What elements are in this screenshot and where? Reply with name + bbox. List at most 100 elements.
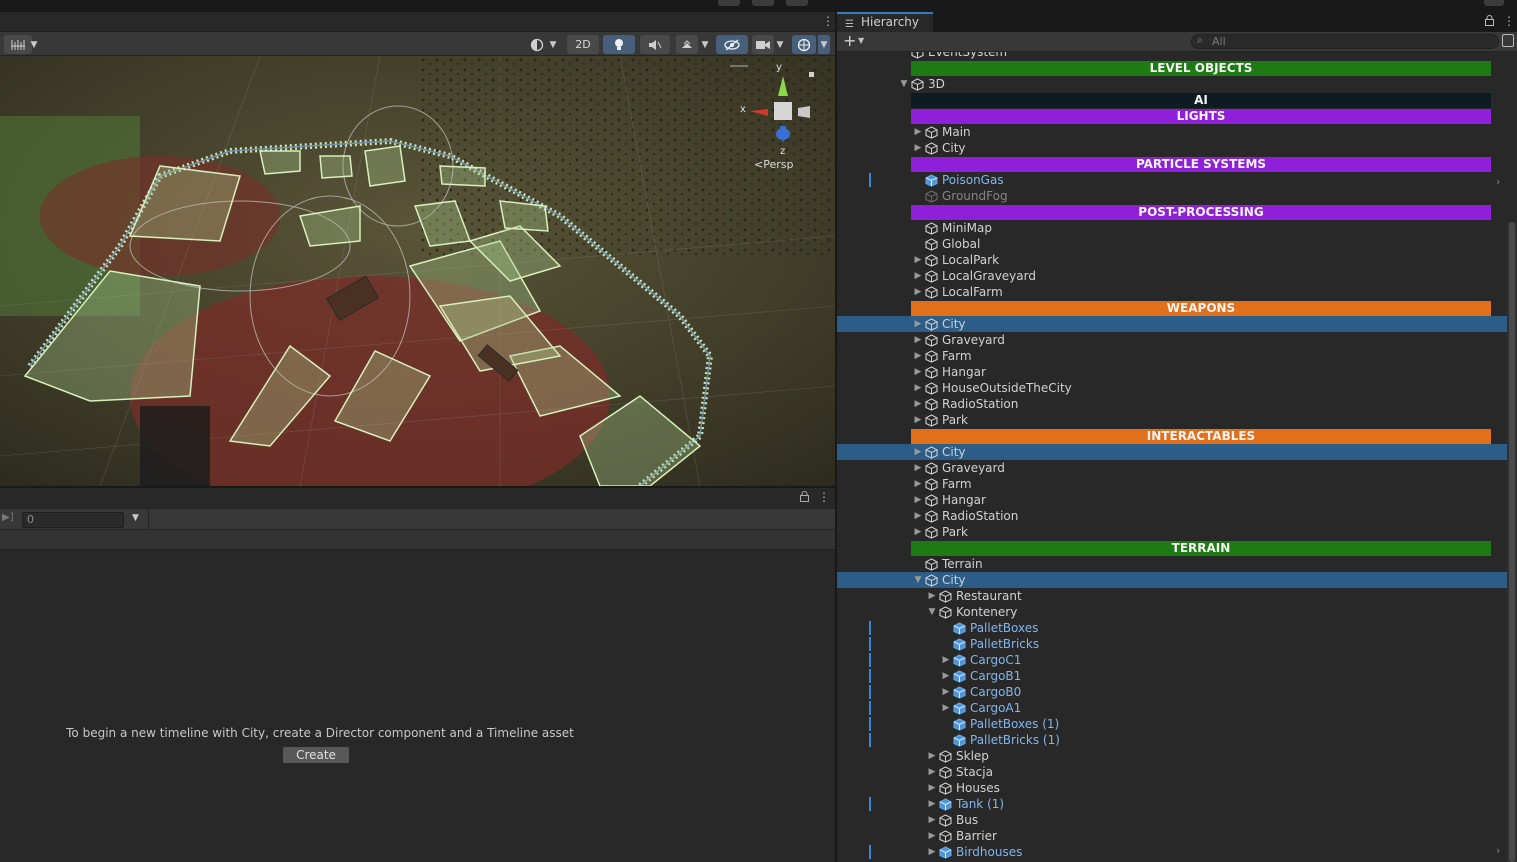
expand-right-icon[interactable]: ▶ bbox=[926, 844, 938, 860]
hierarchy-item[interactable]: PalletBoxes (1) bbox=[837, 716, 1507, 732]
category-header[interactable]: LEVEL OBJECTS bbox=[911, 61, 1491, 76]
hierarchy-item[interactable]: ▶ Farm bbox=[837, 476, 1507, 492]
expand-down-icon[interactable]: ▼ bbox=[926, 604, 938, 620]
more-options-icon[interactable]: ⋮ bbox=[822, 15, 834, 28]
lighting-toggle-icon[interactable] bbox=[603, 35, 635, 54]
shading-mode-icon[interactable] bbox=[526, 35, 548, 54]
hierarchy-item[interactable]: ▶ City bbox=[837, 316, 1507, 332]
expand-right-icon[interactable]: ▶ bbox=[912, 492, 924, 508]
hierarchy-item[interactable]: ▶ Tank (1) bbox=[837, 796, 1507, 812]
expand-right-icon[interactable]: ▶ bbox=[912, 332, 924, 348]
camera-dropdown-icon[interactable]: ▼ bbox=[774, 35, 786, 54]
hierarchy-item[interactable]: ▶ Restaurant bbox=[837, 588, 1507, 604]
add-object-icon[interactable]: + bbox=[843, 32, 856, 50]
hierarchy-item[interactable]: PalletBricks bbox=[837, 636, 1507, 652]
hierarchy-item[interactable]: GroundFog bbox=[837, 188, 1507, 204]
expand-right-icon[interactable]: ▶ bbox=[912, 476, 924, 492]
hierarchy-item[interactable]: Global bbox=[837, 236, 1507, 252]
hierarchy-item[interactable]: ▶ LocalFarm bbox=[837, 284, 1507, 300]
hierarchy-item[interactable]: ▶ LocalPark bbox=[837, 252, 1507, 268]
effects-toggle-icon[interactable] bbox=[676, 35, 698, 54]
hierarchy-item[interactable]: PalletBoxes bbox=[837, 620, 1507, 636]
expand-right-icon[interactable]: ▶ bbox=[912, 364, 924, 380]
hierarchy-item[interactable]: ▶ Park bbox=[837, 412, 1507, 428]
expand-right-icon[interactable]: ▶ bbox=[912, 396, 924, 412]
add-dropdown-icon[interactable]: ▼ bbox=[858, 36, 864, 45]
expand-right-icon[interactable]: ▶ bbox=[912, 508, 924, 524]
hierarchy-item[interactable]: ▼ City bbox=[837, 572, 1507, 588]
hierarchy-item[interactable]: ▶ LocalGraveyard bbox=[837, 268, 1507, 284]
gizmos-dropdown-icon[interactable]: ▼ bbox=[818, 35, 830, 54]
audio-toggle-icon[interactable] bbox=[640, 35, 670, 54]
hierarchy-item[interactable]: ▶ Barrier bbox=[837, 828, 1507, 844]
expand-right-icon[interactable]: ▶ bbox=[912, 444, 924, 460]
expand-right-icon[interactable]: ▶ bbox=[912, 380, 924, 396]
hierarchy-item[interactable]: ▶ City bbox=[837, 444, 1507, 460]
pause-button[interactable] bbox=[752, 0, 774, 6]
hierarchy-item[interactable]: PoisonGas bbox=[837, 172, 1507, 188]
expand-right-icon[interactable]: ▶ bbox=[926, 812, 938, 828]
expand-right-icon[interactable]: ▶ bbox=[912, 316, 924, 332]
scrollbar-thumb[interactable] bbox=[1509, 222, 1515, 862]
hierarchy-item[interactable]: ▶ Houses bbox=[837, 780, 1507, 796]
expand-right-icon[interactable]: ▶ bbox=[912, 252, 924, 268]
frame-dropdown-icon[interactable]: ▼ bbox=[132, 513, 139, 523]
expand-down-icon[interactable]: ▼ bbox=[912, 572, 924, 588]
expand-right-icon[interactable]: ▶ bbox=[912, 284, 924, 300]
hierarchy-item[interactable]: EventSystem bbox=[837, 52, 1507, 60]
tool-handle-dropdown-icon[interactable]: ▼ bbox=[28, 35, 40, 54]
hierarchy-item[interactable]: ▶ RadioStation bbox=[837, 396, 1507, 412]
hierarchy-item[interactable]: ▶ Park bbox=[837, 524, 1507, 540]
hierarchy-item[interactable]: ▶ CargoC1 bbox=[837, 652, 1507, 668]
projection-label[interactable]: <Persp bbox=[754, 158, 793, 171]
hierarchy-item[interactable]: ▶ HouseOutsideTheCity bbox=[837, 380, 1507, 396]
hierarchy-item[interactable]: ▶ Farm bbox=[837, 348, 1507, 364]
hierarchy-item[interactable]: ▶ Birdhouses bbox=[837, 844, 1507, 860]
expand-right-icon[interactable]: ▶ bbox=[926, 748, 938, 764]
hierarchy-item[interactable]: ▼ 3D bbox=[837, 76, 1507, 92]
hierarchy-item[interactable]: ▶ RadioStation bbox=[837, 508, 1507, 524]
camera-settings-icon[interactable] bbox=[752, 35, 774, 54]
mode-2d-button[interactable]: 2D bbox=[567, 35, 599, 54]
expand-right-icon[interactable]: ▶ bbox=[926, 764, 938, 780]
expand-right-icon[interactable]: ▶ bbox=[912, 140, 924, 156]
expand-right-icon[interactable]: ▶ bbox=[926, 828, 938, 844]
create-button[interactable]: Create bbox=[282, 746, 350, 764]
category-header[interactable]: WEAPONS bbox=[911, 301, 1491, 316]
expand-right-icon[interactable]: ▶ bbox=[926, 796, 938, 812]
hierarchy-item[interactable]: ▼ Kontenery bbox=[837, 604, 1507, 620]
scene-search-mode-icon[interactable] bbox=[1502, 34, 1514, 47]
category-header[interactable]: PARTICLE SYSTEMS bbox=[911, 157, 1491, 172]
hierarchy-item[interactable]: ▶ Hangar bbox=[837, 364, 1507, 380]
hierarchy-item[interactable]: ▶ CargoB0 bbox=[837, 684, 1507, 700]
expand-down-icon[interactable]: ▼ bbox=[898, 76, 910, 92]
expand-right-icon[interactable]: ▶ bbox=[912, 412, 924, 428]
scene-visibility-icon[interactable] bbox=[716, 35, 748, 54]
hierarchy-item[interactable]: ▶ Bus bbox=[837, 812, 1507, 828]
expand-right-icon[interactable]: ▶ bbox=[912, 124, 924, 140]
category-header[interactable]: POST-PROCESSING bbox=[911, 205, 1491, 220]
expand-right-icon[interactable]: ▶ bbox=[912, 268, 924, 284]
hierarchy-item[interactable]: PalletBricks (1) bbox=[837, 732, 1507, 748]
hierarchy-item[interactable]: ▶ Graveyard bbox=[837, 460, 1507, 476]
hierarchy-item[interactable]: ▶ Hangar bbox=[837, 492, 1507, 508]
shading-dropdown-icon[interactable]: ▼ bbox=[547, 35, 559, 54]
chevron-right-icon[interactable]: › bbox=[1496, 175, 1500, 188]
hierarchy-item[interactable]: ▶ CargoA1 bbox=[837, 700, 1507, 716]
hierarchy-item[interactable]: ▶ Sklep bbox=[837, 748, 1507, 764]
gizmos-icon[interactable] bbox=[792, 35, 816, 54]
hierarchy-item[interactable]: ▶ CargoB1 bbox=[837, 668, 1507, 684]
tab-hierarchy[interactable]: ☰ Hierarchy bbox=[837, 12, 933, 32]
expand-right-icon[interactable]: ▶ bbox=[940, 668, 952, 684]
lock-icon[interactable] bbox=[800, 491, 809, 505]
hierarchy-search-input[interactable]: ⌕ All bbox=[1191, 34, 1499, 49]
category-header[interactable]: INTERACTABLES bbox=[911, 429, 1491, 444]
more-options-icon[interactable]: ⋮ bbox=[818, 490, 830, 504]
hierarchy-item[interactable]: ▶ Main bbox=[837, 124, 1507, 140]
expand-right-icon[interactable]: ▶ bbox=[912, 460, 924, 476]
scene-orientation-gizmo[interactable]: y x z <Persp bbox=[738, 62, 828, 176]
expand-right-icon[interactable]: ▶ bbox=[940, 684, 952, 700]
step-button[interactable] bbox=[786, 0, 808, 6]
hierarchy-item[interactable]: ▶ Stacja bbox=[837, 764, 1507, 780]
category-header[interactable]: TERRAIN bbox=[911, 541, 1491, 556]
